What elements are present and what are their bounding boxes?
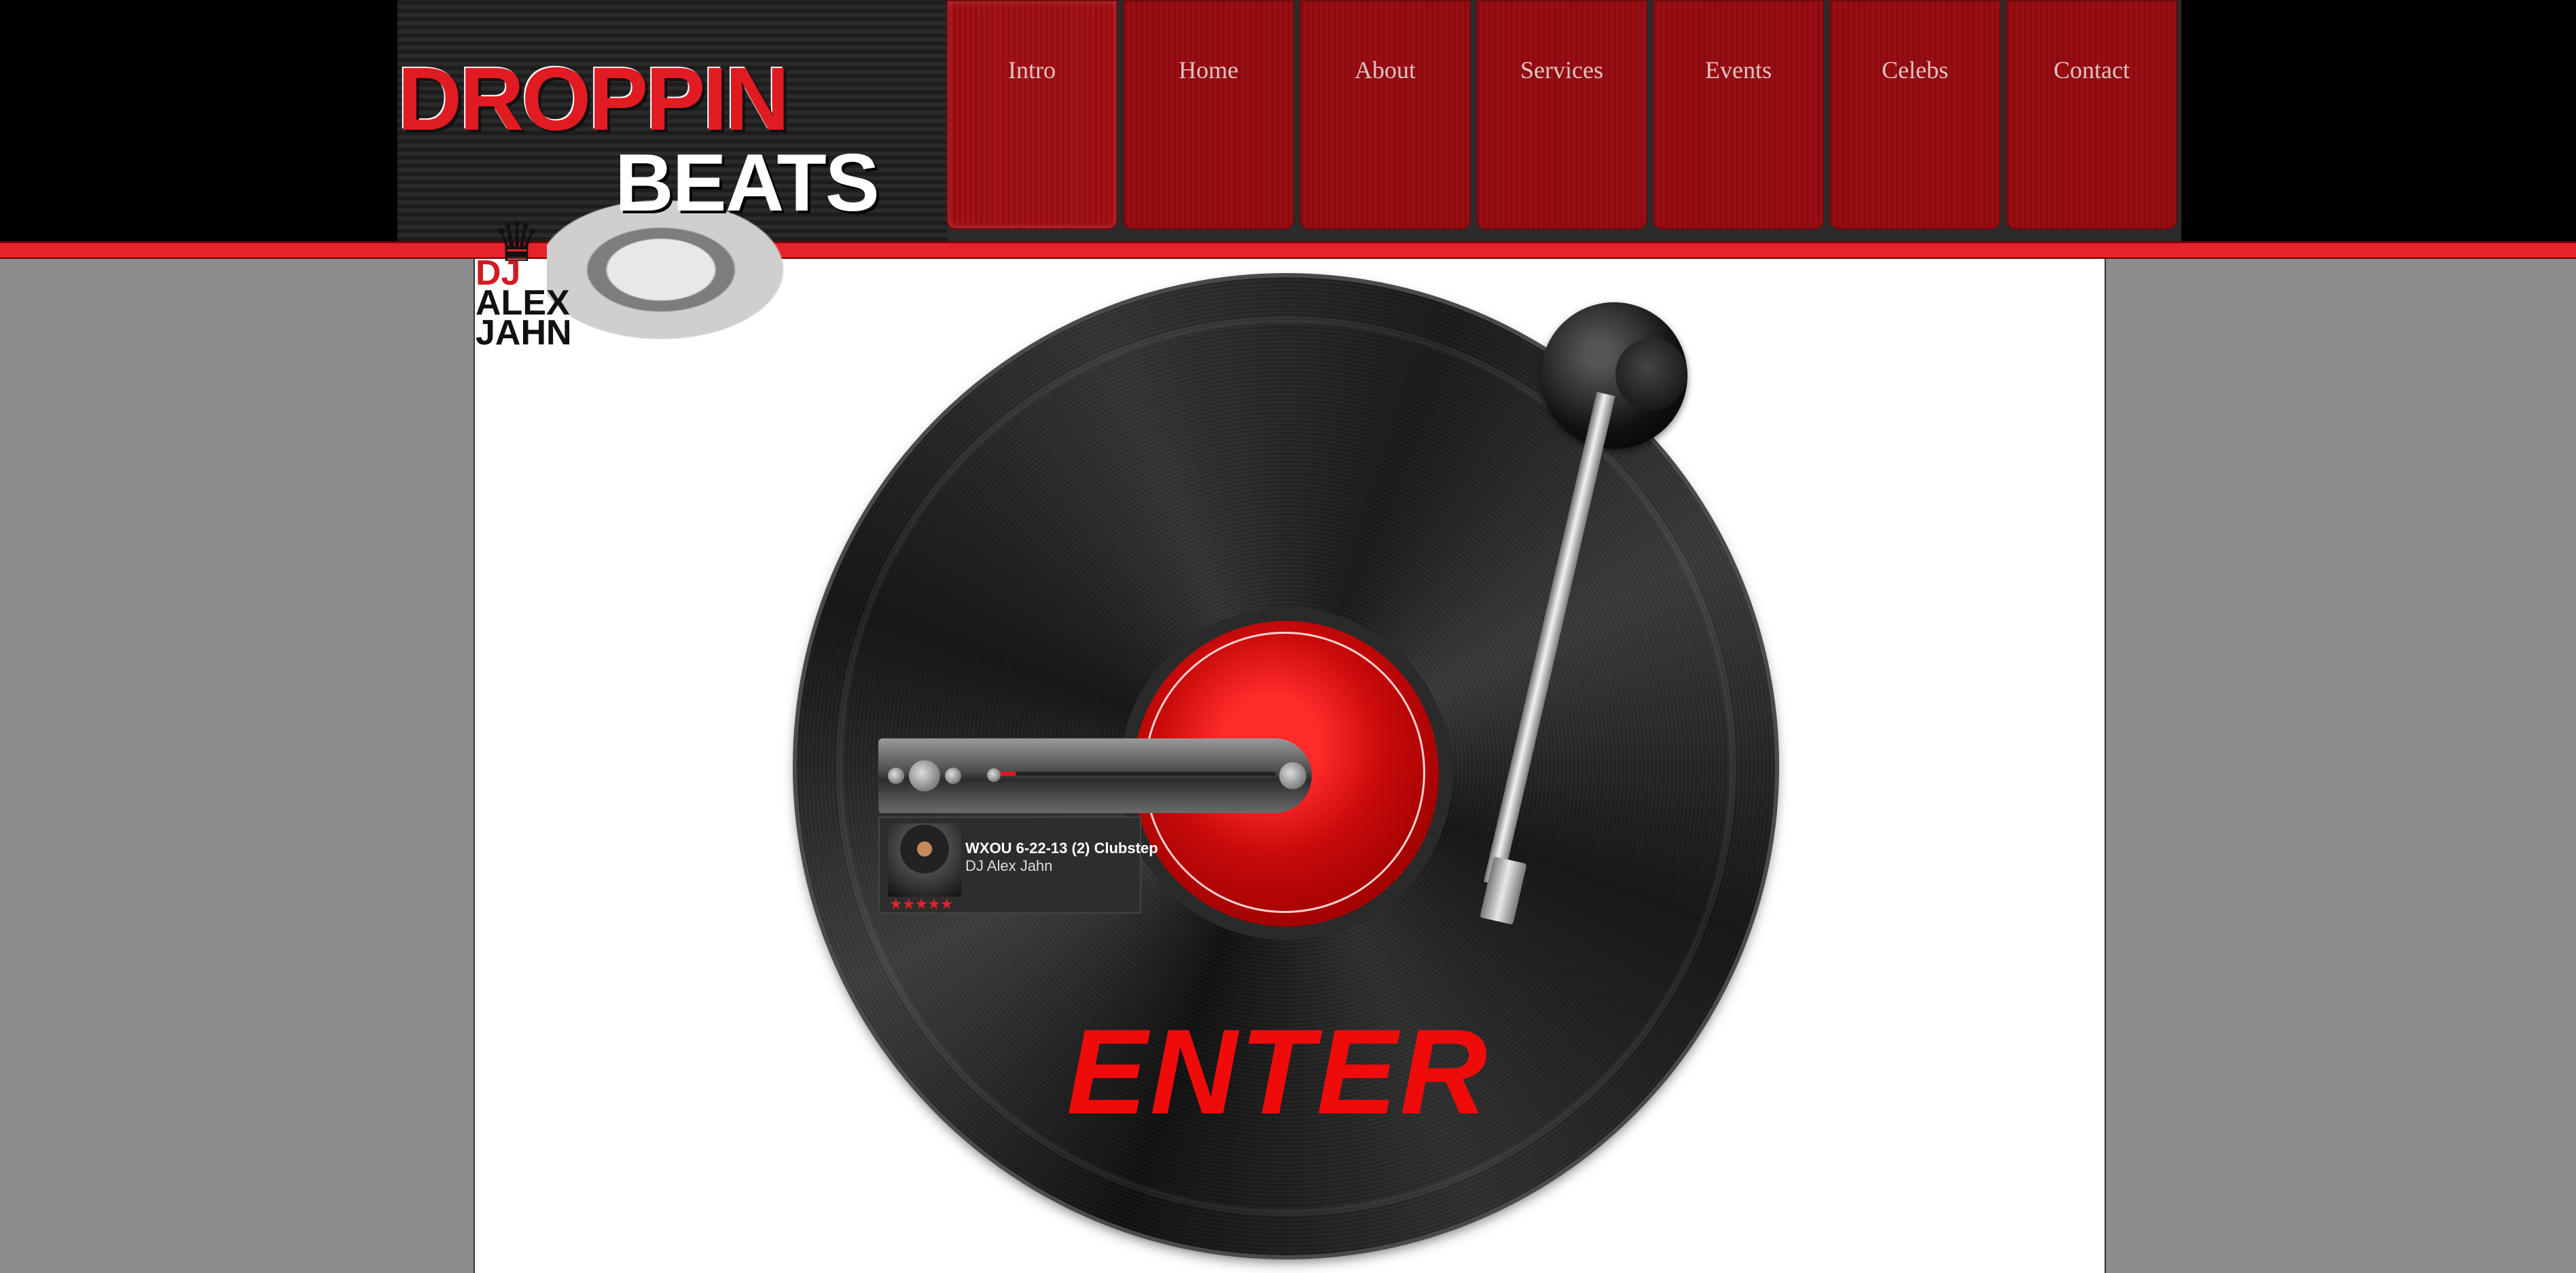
track-info-card[interactable]: ★★★★★ WXOU 6-22-13 (2) Clubstep DJ Alex … (878, 817, 1158, 914)
rewind-icon[interactable] (888, 768, 904, 784)
enter-button[interactable]: ENTER (1067, 1002, 1488, 1141)
progress-track[interactable] (994, 772, 1276, 776)
nav-tab-contact[interactable]: Contact (2006, 0, 2177, 230)
track-title: WXOU 6-22-13 (2) Clubstep (965, 840, 1158, 857)
nav-tab-services[interactable]: Services (1476, 0, 1647, 230)
logo-line2: BEATS (615, 137, 880, 228)
logo-line1: DROPPIN (397, 49, 789, 149)
logo-dj-last-name: JAHN (476, 313, 572, 353)
nav-tab-intro[interactable]: Intro (946, 0, 1117, 230)
volume-knob-icon[interactable] (1279, 762, 1306, 789)
nav-tab-celebs[interactable]: Celebs (1829, 0, 2001, 230)
track-artist: DJ Alex Jahn (965, 857, 1053, 874)
logo-dj-name: DJ ALEX JAHN (476, 255, 572, 353)
nav-tab-events[interactable]: Events (1653, 0, 1824, 230)
audio-player-bar (878, 738, 1312, 813)
site-logo[interactable]: DROPPIN BEATS ♛ DJ ALEX JAHN (357, 0, 948, 387)
rating-stars[interactable]: ★★★★★ (889, 896, 954, 913)
main-nav: Intro Home About Services Events Celebs … (946, 0, 2181, 231)
progress-knob[interactable] (987, 768, 1001, 782)
nav-tab-home[interactable]: Home (1123, 0, 1294, 230)
tonearm-pivot (1615, 338, 1687, 410)
track-artwork (888, 823, 961, 897)
nav-tab-about[interactable]: About (1300, 0, 1471, 230)
play-pause-button[interactable] (909, 760, 940, 791)
forward-icon[interactable] (945, 768, 961, 784)
